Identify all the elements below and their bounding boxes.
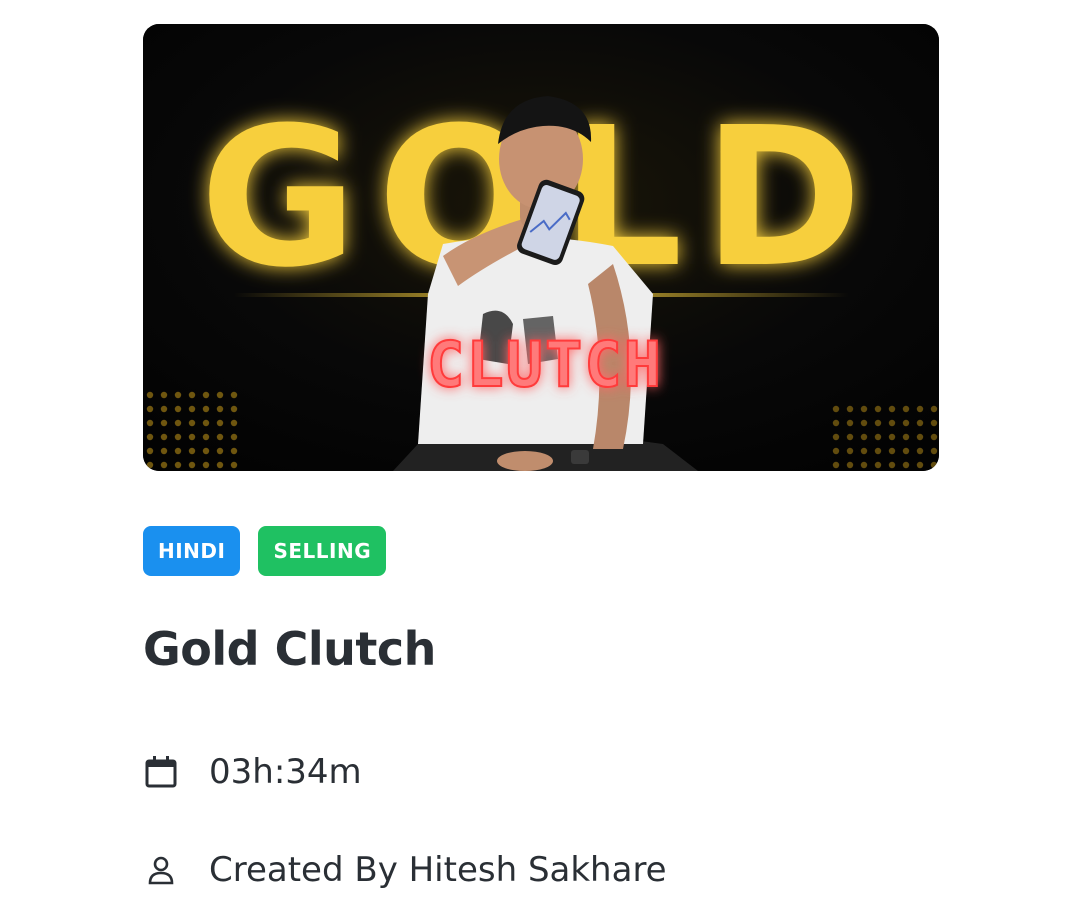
thumbnail-subtitle-text: CLUTCH [427, 328, 663, 401]
status-badge: SELLING [258, 526, 387, 576]
course-thumbnail[interactable]: GOLD [143, 24, 939, 471]
duration-text: 03h:34m [209, 752, 362, 792]
duration-row: 03h:34m [143, 752, 362, 792]
language-badge: HINDI [143, 526, 241, 576]
calendar-icon [143, 754, 179, 790]
tag-badges: HINDI SELLING [143, 526, 387, 576]
course-title: Gold Clutch [143, 622, 436, 676]
thumbnail-artwork: GOLD [143, 24, 939, 471]
creator-row: Created By Hitesh Sakhare [143, 850, 667, 890]
user-icon [143, 852, 179, 888]
course-detail-page: GOLD [0, 0, 1080, 900]
creator-text: Created By Hitesh Sakhare [209, 850, 667, 890]
